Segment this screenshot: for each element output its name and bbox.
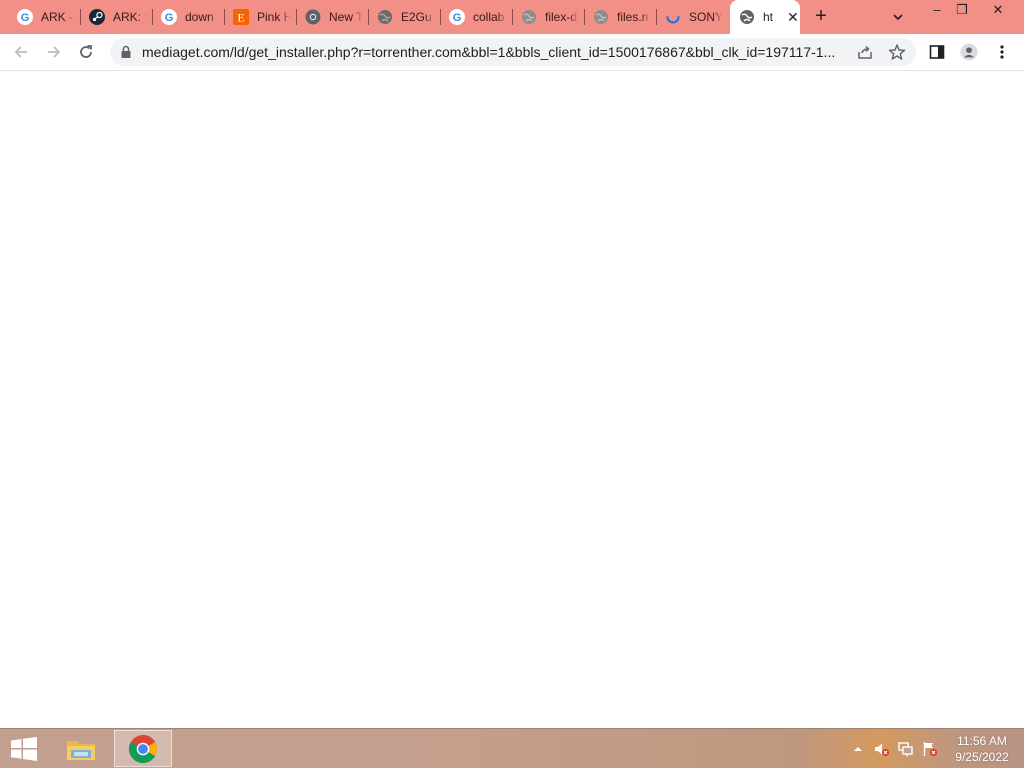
- tab-files[interactable]: files.n: [584, 0, 656, 34]
- tab-ark-steam[interactable]: ARK: S: [80, 0, 152, 34]
- tab-list: G ARK - ARK: S G down E Pink: [8, 0, 800, 34]
- chrome-icon: [305, 9, 321, 25]
- google-icon: G: [161, 9, 177, 25]
- clock-date: 9/25/2022: [955, 750, 1009, 764]
- tab-ark-google[interactable]: G ARK -: [8, 0, 80, 34]
- start-button[interactable]: [6, 735, 42, 763]
- google-icon: G: [17, 9, 33, 25]
- tab-collab-google[interactable]: G collab: [440, 0, 512, 34]
- tab-pink-etsy[interactable]: E Pink H: [224, 0, 296, 34]
- profile-avatar-icon[interactable]: [960, 43, 978, 61]
- globe-icon: [739, 9, 755, 25]
- action-center-flag-icon[interactable]: [922, 741, 938, 757]
- taskbar: 11:56 AM 9/25/2022: [0, 728, 1024, 768]
- google-icon: G: [449, 9, 465, 25]
- tab-title: files.n: [617, 10, 649, 24]
- tab-sony[interactable]: SONY: [656, 0, 728, 34]
- share-icon[interactable]: [856, 43, 874, 66]
- tab-filex[interactable]: filex-d: [512, 0, 584, 34]
- bookmark-star-icon[interactable]: [888, 43, 906, 66]
- tab-title: E2Gu: [401, 10, 432, 24]
- minimize-button[interactable]: –: [926, 2, 948, 20]
- globe-icon: [521, 9, 537, 25]
- globe-icon: [593, 9, 609, 25]
- forward-button[interactable]: [42, 40, 66, 64]
- taskbar-google-chrome[interactable]: [114, 730, 172, 767]
- new-tab-button[interactable]: +: [810, 6, 832, 28]
- svg-text:G: G: [453, 12, 462, 24]
- page-content: [0, 71, 1024, 728]
- browser-toolbar: mediaget.com/ld/get_installer.php?r=torr…: [0, 34, 1024, 71]
- tab-title: ht: [763, 10, 774, 24]
- address-bar[interactable]: mediaget.com/ld/get_installer.php?r=torr…: [110, 38, 916, 66]
- network-icon[interactable]: [898, 741, 914, 757]
- back-button[interactable]: [9, 40, 33, 64]
- tab-title: down: [185, 10, 214, 24]
- tab-title: ARK -: [41, 10, 74, 24]
- tab-title: collab: [473, 10, 505, 24]
- side-panel-icon[interactable]: [928, 43, 946, 61]
- lock-icon[interactable]: [120, 45, 132, 64]
- tab-title: New T: [329, 10, 363, 24]
- restore-button[interactable]: ❐: [951, 2, 973, 20]
- loading-spinner-icon: [665, 9, 681, 25]
- tab-search-chevron-icon[interactable]: [890, 9, 906, 25]
- close-tab-icon[interactable]: ✕: [787, 10, 799, 24]
- svg-text:G: G: [21, 12, 30, 24]
- tab-title: ARK: S: [113, 10, 147, 24]
- url-text[interactable]: mediaget.com/ld/get_installer.php?r=torr…: [142, 44, 854, 60]
- close-window-button[interactable]: ✕: [987, 2, 1009, 20]
- windows-logo-icon: [11, 737, 37, 761]
- globe-icon: [377, 9, 393, 25]
- tab-e2guardian[interactable]: E2Gu: [368, 0, 440, 34]
- taskbar-file-explorer[interactable]: [52, 730, 110, 767]
- forward-arrow-icon: [48, 46, 61, 58]
- tab-strip: G ARK - ARK: S G down E Pink: [0, 0, 1024, 34]
- show-hidden-icons-chevron-icon[interactable]: [850, 741, 866, 757]
- tab-download-google[interactable]: G down: [152, 0, 224, 34]
- svg-text:G: G: [165, 12, 174, 24]
- system-clock[interactable]: 11:56 AM 9/25/2022: [946, 733, 1018, 765]
- more-menu-icon[interactable]: [993, 43, 1011, 61]
- etsy-icon: E: [233, 9, 249, 25]
- clock-time: 11:56 AM: [957, 734, 1007, 748]
- tab-title: Pink H: [257, 10, 291, 24]
- tab-title: filex-d: [545, 10, 578, 24]
- reload-button[interactable]: [74, 40, 98, 64]
- chrome-logo-icon: [129, 734, 157, 763]
- volume-muted-icon[interactable]: [874, 741, 890, 757]
- tab-title: SONY: [689, 10, 723, 24]
- back-arrow-icon: [14, 46, 27, 58]
- reload-icon: [80, 45, 92, 58]
- steam-icon: [89, 9, 105, 25]
- tab-new-tab[interactable]: New T: [296, 0, 368, 34]
- folder-icon: [67, 740, 95, 760]
- svg-text:E: E: [237, 11, 244, 25]
- browser-window: G ARK - ARK: S G down E Pink: [0, 0, 1024, 728]
- tab-active-mediaget[interactable]: ht ✕: [730, 0, 800, 34]
